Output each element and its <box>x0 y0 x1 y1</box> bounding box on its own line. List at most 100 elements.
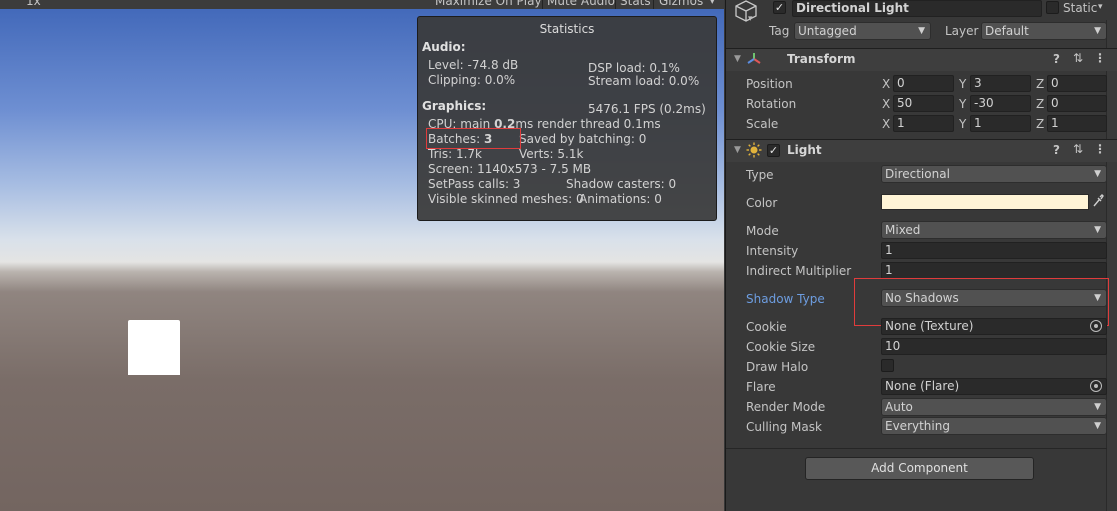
mute-audio-button[interactable]: Mute Audio <box>547 0 615 8</box>
position-z-field[interactable]: 0 <box>1047 75 1107 92</box>
statistics-panel: Statistics Audio: Level: -74.8 dB Clippi… <box>417 16 717 221</box>
cookie-size-label: Cookie Size <box>746 340 816 354</box>
active-checkbox[interactable]: ✓ <box>773 1 786 14</box>
draw-halo-checkbox[interactable] <box>881 359 894 372</box>
cookie-label: Cookie <box>746 320 787 334</box>
toolbar-separator <box>542 0 543 9</box>
maximize-on-play-button[interactable]: Maximize On Play <box>435 0 542 8</box>
tag-label: Tag <box>769 24 790 38</box>
shadow-type-label: Shadow Type <box>746 292 825 306</box>
type-value: Directional <box>885 167 950 181</box>
scale-x-field[interactable]: 1 <box>893 115 954 132</box>
foldout-arrow-icon[interactable]: ▼ <box>734 54 741 64</box>
intensity-label: Intensity <box>746 244 799 258</box>
audio-clipping: Clipping: 0.0% <box>428 73 516 87</box>
more-options-icon[interactable]: ⋮ <box>1094 51 1106 65</box>
color-swatch[interactable] <box>881 194 1089 210</box>
scale-label[interactable]: 1x <box>26 0 41 8</box>
tag-dropdown[interactable]: Untagged ▼ <box>794 22 931 40</box>
cookie-size-field[interactable]: 10 <box>881 338 1107 355</box>
rotation-x-axis[interactable]: X <box>882 97 890 111</box>
render-mode-label: Render Mode <box>746 400 826 414</box>
draw-halo-label: Draw Halo <box>746 360 809 374</box>
position-x-field[interactable]: 0 <box>893 75 954 92</box>
transform-icon <box>746 51 762 70</box>
audio-level: Level: -74.8 dB <box>428 58 519 72</box>
help-icon[interactable]: ? <box>1053 52 1060 66</box>
object-picker-icon[interactable] <box>1090 320 1102 332</box>
eyedropper-icon[interactable] <box>1092 194 1104 211</box>
scale-z-field[interactable]: 1 <box>1047 115 1107 132</box>
position-x-axis[interactable]: X <box>882 77 890 91</box>
mode-value: Mixed <box>885 223 921 237</box>
scale-x-axis[interactable]: X <box>882 117 890 131</box>
transform-header[interactable]: ▼ Transform ? ⇅ ⋮ <box>726 48 1117 71</box>
stats-button[interactable]: Stats <box>620 0 651 8</box>
rotation-y-field[interactable]: -30 <box>970 95 1031 112</box>
layer-label: Layer <box>945 24 979 38</box>
gizmos-button[interactable]: Gizmos <box>659 0 703 8</box>
rotation-y-axis[interactable]: Y <box>959 97 966 111</box>
render-mode-value: Auto <box>885 400 913 414</box>
scale-z-axis[interactable]: Z <box>1036 117 1044 131</box>
type-label: Type <box>746 168 774 182</box>
shadow-casters: Shadow casters: 0 <box>566 177 677 191</box>
gizmos-dropdown-icon[interactable]: ▾ <box>710 0 715 7</box>
flare-value: None (Flare) <box>885 379 960 393</box>
add-component-button[interactable]: Add Component <box>805 457 1034 480</box>
static-checkbox[interactable] <box>1046 1 1059 14</box>
layer-dropdown[interactable]: Default ▼ <box>981 22 1107 40</box>
position-y-field[interactable]: 3 <box>970 75 1031 92</box>
saved-by-batching: Saved by batching: 0 <box>519 132 647 146</box>
static-dropdown-icon[interactable]: ▾ <box>1098 2 1103 12</box>
tris-count: Tris: 1.7k <box>428 147 482 161</box>
presets-icon[interactable]: ⇅ <box>1073 142 1083 156</box>
indirect-multiplier-field[interactable]: 1 <box>881 262 1107 279</box>
object-name-field[interactable]: Directional Light <box>792 0 1042 17</box>
screen-info: Screen: 1140x573 - 7.5 MB <box>428 162 592 176</box>
component-divider <box>726 448 1107 449</box>
light-enabled-checkbox[interactable]: ✓ <box>767 144 780 157</box>
toolbar-separator <box>653 0 654 9</box>
render-mode-dropdown[interactable]: Auto ▼ <box>881 398 1107 416</box>
help-icon[interactable]: ? <box>1053 143 1060 157</box>
rotation-z-axis[interactable]: Z <box>1036 97 1044 111</box>
more-options-icon[interactable]: ⋮ <box>1094 142 1106 156</box>
culling-mask-value: Everything <box>885 419 950 433</box>
scale-y-field[interactable]: 1 <box>970 115 1031 132</box>
object-picker-icon[interactable] <box>1090 380 1102 392</box>
audio-header: Audio: <box>422 40 466 54</box>
rotation-z-field[interactable]: 0 <box>1047 95 1107 112</box>
verts-count: Verts: 5.1k <box>519 147 584 161</box>
cookie-value: None (Texture) <box>885 319 974 333</box>
transform-title: Transform <box>787 52 856 66</box>
chevron-down-icon: ▼ <box>1094 421 1101 431</box>
flare-field[interactable]: None (Flare) <box>881 378 1107 395</box>
toolbar-separator <box>615 0 616 9</box>
rotation-x-field[interactable]: 50 <box>893 95 954 112</box>
scale-y-axis[interactable]: Y <box>959 117 966 131</box>
culling-mask-dropdown[interactable]: Everything ▼ <box>881 417 1107 435</box>
cookie-field[interactable]: None (Texture) <box>881 318 1107 335</box>
chevron-down-icon: ▼ <box>1094 225 1101 235</box>
light-header[interactable]: ▼ ✓ Light ? ⇅ ⋮ <box>726 139 1117 162</box>
rotation-label: Rotation <box>746 97 797 111</box>
game-toolbar: 1x Maximize On Play Mute Audio Stats Giz… <box>0 0 724 9</box>
icon-dropdown-icon[interactable]: ▾ <box>748 14 753 24</box>
statistics-title: Statistics <box>539 22 595 36</box>
tag-value: Untagged <box>798 24 857 38</box>
gameobject-cube-icon <box>734 0 758 22</box>
intensity-field[interactable]: 1 <box>881 242 1107 259</box>
foldout-arrow-icon[interactable]: ▼ <box>734 145 741 155</box>
type-dropdown[interactable]: Directional ▼ <box>881 165 1107 183</box>
stream-load: Stream load: 0.0% <box>588 74 700 88</box>
scale-label: Scale <box>746 117 779 131</box>
position-z-axis[interactable]: Z <box>1036 77 1044 91</box>
inspector-scrollbar[interactable] <box>1106 20 1117 511</box>
position-y-axis[interactable]: Y <box>959 77 966 91</box>
game-view[interactable]: 1x Maximize On Play Mute Audio Stats Giz… <box>0 0 724 511</box>
mode-dropdown[interactable]: Mixed ▼ <box>881 221 1107 239</box>
dsp-load: DSP load: 0.1% <box>588 61 680 75</box>
presets-icon[interactable]: ⇅ <box>1073 51 1083 65</box>
visible-skinned-meshes: Visible skinned meshes: 0 <box>428 192 584 206</box>
